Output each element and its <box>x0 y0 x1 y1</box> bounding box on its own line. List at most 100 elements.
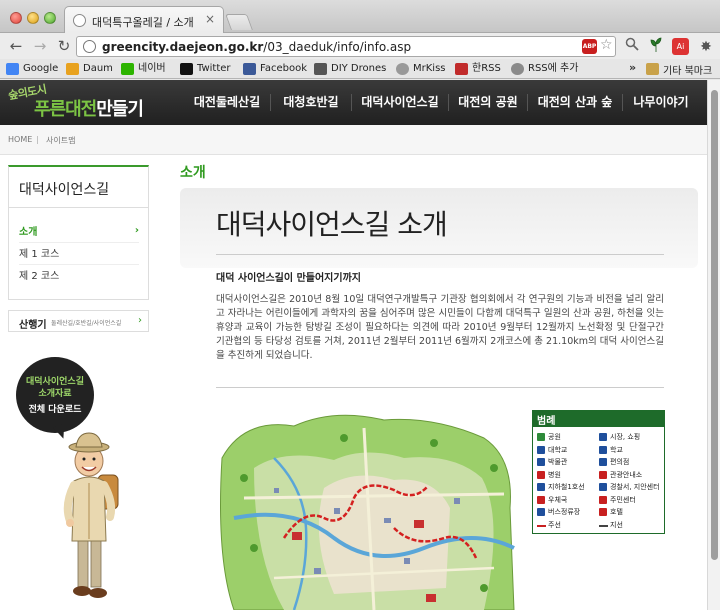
legend-item: 대학교 <box>537 445 568 455</box>
trail-map-illustration <box>220 414 515 610</box>
legend-symbol-icon <box>537 433 545 441</box>
chevron-right-icon: › <box>138 315 142 326</box>
back-button[interactable]: ← <box>6 36 26 56</box>
bookmark-mrkiss[interactable]: MrKiss <box>396 62 446 77</box>
chevron-right-icon: › <box>134 225 139 236</box>
diy-drones-icon <box>314 63 327 75</box>
vertical-scrollbar[interactable] <box>707 80 720 610</box>
naver-icon <box>121 63 134 75</box>
legend-label: 지선 <box>610 520 623 529</box>
gnav-daeduk-science[interactable]: 대덕사이언스길 <box>353 80 447 125</box>
legend-label: 학교 <box>610 445 623 454</box>
folder-icon <box>646 63 659 75</box>
gnav-mountains-forests[interactable]: 대전의 산과 숲 <box>529 80 621 125</box>
legend-label: 박물관 <box>548 458 568 466</box>
reload-button[interactable]: ↻ <box>54 36 74 56</box>
tab-title: 대덕특구올레길 / 소개 <box>92 16 194 29</box>
url-text[interactable]: greencity.daejeon.go.kr/03_daeduk/info/i… <box>102 40 411 54</box>
forward-button[interactable]: → <box>30 36 50 56</box>
legend-item: 주민센터 <box>599 495 636 505</box>
map-legend: 범례 공원 시장, 쇼핑 대학교 학교 박물관 편의점 병원 관광안내소 지하철1호선 경찰서, … <box>532 410 665 534</box>
trail-journal-sub: 둘레산길/호반길/사이언스길 <box>51 320 122 327</box>
url-host: greencity.daejeon.go.kr <box>102 40 264 54</box>
address-bar[interactable]: greencity.daejeon.go.kr/03_daeduk/info/i… <box>76 36 616 57</box>
gnav-dulle-trail[interactable]: 대전둘레산길 <box>186 80 268 125</box>
zoom-window-button[interactable] <box>44 12 56 24</box>
legend-symbol-icon <box>599 495 607 504</box>
facebook-icon <box>243 63 256 75</box>
legend-item: 지하철1호선 <box>537 483 585 492</box>
side-nav-divider <box>9 207 148 208</box>
legend-symbol-icon <box>537 445 545 454</box>
adobe-extension-icon[interactable]: Ai <box>672 38 689 55</box>
gnav-divider <box>622 94 623 111</box>
gnav-parks[interactable]: 대전의 공원 <box>450 80 526 125</box>
breadcrumb-home[interactable]: HOME <box>8 135 32 144</box>
trail-journal-link[interactable]: 산행기 둘레산길/호반길/사이언스길 › <box>8 310 149 332</box>
gnav-divider <box>448 94 449 111</box>
legend-symbol-icon <box>537 470 545 479</box>
breadcrumb-separator: | <box>36 135 39 144</box>
promo-line-2: 소개자료 <box>38 389 72 399</box>
legend-label: 대학교 <box>548 445 568 454</box>
bookmark-daum[interactable]: Daum <box>66 62 113 77</box>
wrench-icon[interactable]: ✸ <box>696 37 716 57</box>
gnav-tree-stories[interactable]: 나무이야기 <box>624 80 698 125</box>
close-window-button[interactable] <box>10 12 22 24</box>
bookmark-rss-add[interactable]: RSS에 추가 <box>511 62 578 77</box>
legend-symbol-icon <box>599 433 607 441</box>
legend-label: 관광안내소 <box>610 470 643 479</box>
bookmark-hanrss[interactable]: 한RSS <box>455 62 501 77</box>
legend-item: 학교 <box>599 445 623 455</box>
legend-item: 편의점 <box>599 458 629 467</box>
bookmarks-overflow-chevron[interactable]: » <box>629 61 636 74</box>
legend-item: 버스정류장 <box>537 508 580 517</box>
adblock-icon[interactable]: ABP <box>582 39 597 54</box>
legend-symbol-icon <box>599 458 607 466</box>
bookmark-naver[interactable]: 네이버 <box>121 62 166 77</box>
search-icon[interactable] <box>622 37 642 57</box>
hiker-illustration <box>63 432 119 598</box>
scrollbar-thumb[interactable] <box>711 90 718 560</box>
google-icon <box>6 63 19 75</box>
side-nav-item-course-1[interactable]: 제 1 코스 <box>19 245 139 265</box>
new-tab-button[interactable] <box>225 14 253 30</box>
breadcrumb-sitemap[interactable]: 사이트맵 <box>46 135 75 146</box>
browser-tab[interactable]: 대덕특구올레길 / 소개 × <box>64 6 224 33</box>
hanrss-icon <box>455 63 468 75</box>
legend-line-symbol <box>599 524 608 527</box>
legend-line-symbol <box>537 524 546 527</box>
minimize-window-button[interactable] <box>27 12 39 24</box>
gnav-daecheong-lake[interactable]: 대청호반길 <box>272 80 350 125</box>
legend-label: 지하철1호선 <box>548 483 585 491</box>
globe-icon <box>83 40 96 53</box>
bookmark-twitter[interactable]: Twitter <box>180 62 231 77</box>
legend-label: 우체국 <box>548 495 568 504</box>
bookmark-facebook[interactable]: Facebook <box>243 62 307 77</box>
download-promo-bubble[interactable]: 대덕사이언스길 소개자료 전체 다운로드 <box>16 357 94 433</box>
bookmark-google[interactable]: Google <box>6 62 58 77</box>
side-nav-item-intro[interactable]: 소개 › <box>19 223 139 243</box>
side-nav-item-course-2[interactable]: 제 2 코스 <box>19 267 139 287</box>
bookmark-diy-drones[interactable]: DIY Drones <box>314 62 386 77</box>
legend-label: 병원 <box>548 470 561 479</box>
legend-symbol-icon <box>537 483 545 491</box>
gnav-divider <box>270 94 271 111</box>
legend-symbol-icon <box>537 495 545 504</box>
close-tab-icon[interactable]: × <box>205 12 215 26</box>
plant-extension-icon[interactable] <box>646 37 666 57</box>
other-bookmarks[interactable]: 기타 북마크 <box>646 62 712 77</box>
browser-toolbar: ← → ↻ greencity.daejeon.go.kr/03_daeduk/… <box>0 33 720 59</box>
page-title: 대덕사이언스길 소개 <box>216 208 448 241</box>
legend-label: 버스정류장 <box>548 508 581 516</box>
bookmark-star-icon[interactable]: ☆ <box>600 37 613 53</box>
legend-item: 우체국 <box>537 495 568 505</box>
legend-label: 주선 <box>548 520 561 529</box>
legend-item: 공원 <box>537 433 561 442</box>
legend-header: 범례 <box>533 411 664 427</box>
breadcrumb: HOME | 사이트맵 <box>0 125 707 155</box>
legend-symbol-icon <box>599 508 607 516</box>
page-viewport: 숲의도시 푸른대전만들기 대전둘레산길 대청호반길 대덕사이언스길 대전의 공원… <box>0 80 707 610</box>
title-divider <box>216 254 664 255</box>
site-logo[interactable]: 푸른대전만들기 <box>34 95 144 121</box>
